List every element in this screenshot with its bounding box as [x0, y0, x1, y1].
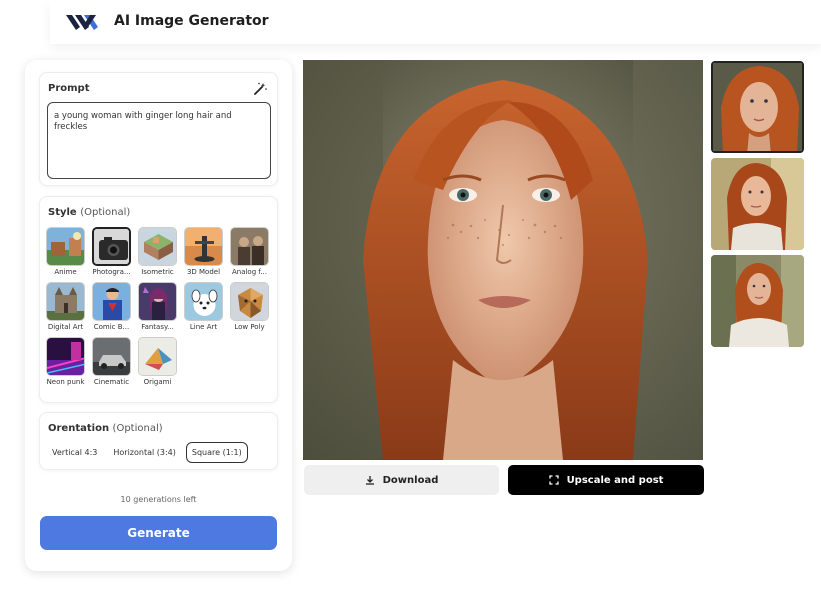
style-thumbnail-line-art — [184, 282, 223, 321]
style-option-digital-art[interactable]: Digital Art — [46, 282, 85, 331]
orientation-card: Orentation (Optional) Vertical 4:3 Horiz… — [39, 412, 278, 470]
style-option-3d-model[interactable]: 3D Model — [184, 227, 223, 276]
app-title: AI Image Generator — [114, 13, 269, 29]
variation-thumbnail-3[interactable] — [711, 255, 804, 347]
style-thumbnail-photographic — [92, 227, 131, 266]
header: AI Image Generator — [50, 0, 821, 44]
style-option-analog-film[interactable]: Analog f... — [230, 227, 269, 276]
style-option-comic-book[interactable]: Comic B... — [92, 282, 131, 331]
settings-panel: Prompt a young woman with ginger long ha… — [25, 60, 292, 571]
orientation-square[interactable]: Square (1:1) — [185, 442, 248, 463]
orientation-horizontal[interactable]: Horizontal (3:4) — [107, 442, 182, 463]
style-thumbnail-cinematic — [92, 337, 131, 376]
style-label: Isometric — [141, 268, 174, 276]
variation-thumbnail-2[interactable] — [711, 158, 804, 250]
orientation-title: Orentation (Optional) — [48, 423, 163, 434]
style-label: Cinematic — [93, 378, 130, 386]
magic-wand-icon[interactable] — [253, 82, 267, 96]
style-title: Style (Optional) — [48, 207, 130, 218]
upscale-label: Upscale and post — [566, 474, 664, 486]
style-label: 3D Model — [186, 268, 221, 276]
style-thumbnail-isometric — [138, 227, 177, 266]
prompt-input[interactable]: a young woman with ginger long hair and … — [47, 102, 271, 179]
style-option-fantasy-art[interactable]: Fantasy... — [138, 282, 177, 331]
style-label: Analog f... — [231, 268, 268, 276]
prompt-title: Prompt — [48, 83, 90, 94]
style-thumbnail-comic-book — [92, 282, 131, 321]
style-option-line-art[interactable]: Line Art — [184, 282, 223, 331]
style-thumbnail-neon-punk — [46, 337, 85, 376]
style-thumbnail-digital-art — [46, 282, 85, 321]
orientation-title-label: Orentation — [48, 423, 110, 434]
style-label: Digital Art — [47, 323, 84, 331]
generate-button[interactable]: Generate — [40, 516, 277, 550]
upscale-and-post-button[interactable]: Upscale and post — [508, 465, 704, 495]
orientation-options: Vertical 4:3 Horizontal (3:4) Square (1:… — [46, 442, 248, 463]
generated-image[interactable] — [303, 60, 703, 460]
download-label: Download — [382, 474, 439, 486]
style-option-neon-punk[interactable]: Neon punk — [46, 337, 85, 386]
orientation-optional-label: (Optional) — [112, 423, 163, 434]
orientation-vertical[interactable]: Vertical 4:3 — [46, 442, 103, 463]
variation-thumbnail-1[interactable] — [711, 61, 804, 153]
app-window: AI Image Generator Prompt a young woman … — [0, 0, 821, 594]
style-option-origami[interactable]: Origami — [138, 337, 177, 386]
style-option-cinematic[interactable]: Cinematic — [92, 337, 131, 386]
prompt-card: Prompt a young woman with ginger long ha… — [39, 72, 278, 186]
style-label: Comic B... — [93, 323, 130, 331]
style-thumbnail-3d-model — [184, 227, 223, 266]
style-thumbnail-origami — [138, 337, 177, 376]
style-title-label: Style — [48, 207, 77, 218]
style-label: Neon punk — [46, 378, 85, 386]
expand-icon — [548, 475, 559, 485]
style-option-anime[interactable]: Anime — [46, 227, 85, 276]
style-thumbnail-analog-film — [230, 227, 269, 266]
style-optional-label: (Optional) — [80, 207, 131, 218]
style-thumbnail-anime — [46, 227, 85, 266]
style-label: Photogra... — [92, 268, 131, 276]
style-option-photographic[interactable]: Photogra... — [92, 227, 131, 276]
generations-left-text: 10 generations left — [120, 495, 197, 504]
style-label: Line Art — [189, 323, 218, 331]
download-icon — [365, 476, 374, 485]
style-card: Style (Optional) Anime Photogra... Isome… — [39, 196, 278, 403]
style-label: Low Poly — [234, 323, 265, 331]
style-option-isometric[interactable]: Isometric — [138, 227, 177, 276]
style-label: Origami — [143, 378, 172, 386]
logo-icon[interactable] — [66, 13, 100, 31]
download-button[interactable]: Download — [304, 465, 499, 495]
style-label: Fantasy... — [141, 323, 174, 331]
style-label: Anime — [54, 268, 77, 276]
style-thumbnail-fantasy-art — [138, 282, 177, 321]
style-thumbnail-low-poly — [230, 282, 269, 321]
style-option-low-poly[interactable]: Low Poly — [230, 282, 269, 331]
style-grid: Anime Photogra... Isometric 3D Model Ana… — [46, 227, 269, 386]
